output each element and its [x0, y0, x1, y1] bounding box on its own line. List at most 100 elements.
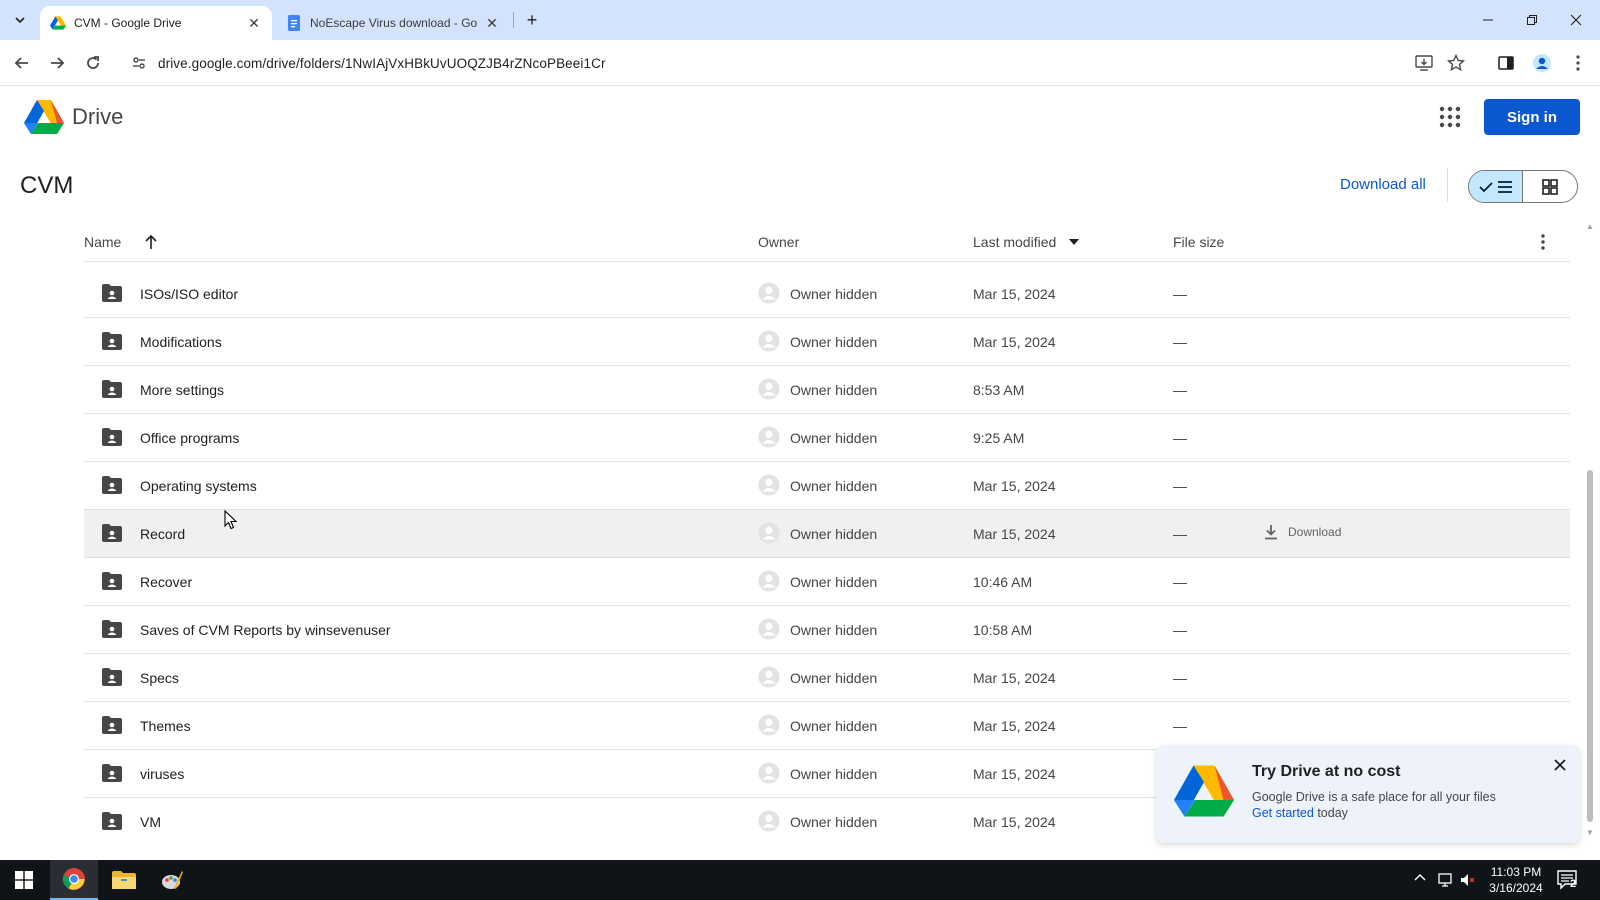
owner-text: Owner hidden: [790, 574, 878, 590]
volume-muted-icon[interactable]: [1460, 872, 1476, 891]
close-tab-icon[interactable]: ✕: [484, 15, 500, 32]
close-promo-icon[interactable]: [1552, 757, 1568, 773]
tab-search-chevron-icon[interactable]: [8, 8, 32, 32]
new-tab-plus-icon[interactable]: +: [520, 8, 544, 32]
vertical-scrollbar[interactable]: ▲ ▼: [1584, 222, 1596, 842]
promo-description: Google Drive is a safe place for all you…: [1252, 790, 1496, 804]
shared-folder-icon: [102, 572, 122, 590]
show-hidden-icons-chevron-icon[interactable]: [1414, 872, 1426, 887]
file-name: Operating systems: [140, 478, 257, 494]
drive-product-name[interactable]: Drive: [72, 104, 123, 130]
last-modified-text: Mar 15, 2024: [973, 766, 1056, 782]
scroll-down-arrow-icon[interactable]: ▼: [1586, 828, 1594, 837]
owner-avatar-icon: [758, 378, 780, 400]
action-center-button[interactable]: 2: [1556, 868, 1580, 892]
try-drive-promo-card: Try Drive at no cost Google Drive is a s…: [1156, 745, 1580, 843]
bookmark-star-icon[interactable]: [1444, 51, 1468, 75]
restore-window-icon[interactable]: [1514, 6, 1550, 34]
get-started-link[interactable]: Get started: [1252, 806, 1314, 820]
table-row[interactable]: Modifications Owner hidden Mar 15, 2024 …: [84, 318, 1570, 366]
tab-noescape-virus[interactable]: NoEscape Virus download - Go ✕: [276, 6, 510, 40]
table-row[interactable]: ISOs/ISO editor Owner hidden Mar 15, 202…: [84, 270, 1570, 318]
site-info-tune-icon[interactable]: [124, 48, 154, 78]
profile-avatar-icon[interactable]: [1530, 51, 1554, 75]
file-size-text: —: [1173, 574, 1187, 590]
last-modified-text: Mar 15, 2024: [973, 334, 1056, 350]
owner-text: Owner hidden: [790, 382, 878, 398]
minimize-window-icon[interactable]: [1470, 6, 1506, 34]
download-label: Download: [1288, 525, 1342, 539]
row-download-button[interactable]: Download: [1264, 524, 1341, 540]
toolbar-divider: [1447, 168, 1448, 202]
start-button[interactable]: [0, 860, 48, 900]
owner-avatar-icon: [758, 282, 780, 304]
column-header-file-size: File size: [1173, 234, 1225, 250]
url-text: drive.google.com/drive/folders/1NwIAjVxH…: [158, 55, 606, 71]
tab-title: CVM - Google Drive: [74, 16, 182, 30]
list-view-button[interactable]: [1469, 171, 1524, 202]
google-drive-logo-icon[interactable]: [24, 99, 64, 135]
close-window-icon[interactable]: [1558, 6, 1594, 34]
back-arrow-icon[interactable]: [10, 51, 34, 75]
owner-avatar-icon: [758, 522, 780, 544]
download-icon: [1265, 525, 1277, 540]
taskbar-chrome[interactable]: [50, 860, 98, 900]
table-row[interactable]: Record Owner hidden Mar 15, 2024 — Downl…: [84, 510, 1570, 558]
sign-in-button[interactable]: Sign in: [1484, 99, 1580, 135]
file-name: More settings: [140, 382, 225, 398]
grid-view-button[interactable]: [1523, 171, 1577, 202]
table-row[interactable]: Recover Owner hidden 10:46 AM —: [84, 558, 1570, 606]
table-row[interactable]: Office programs Owner hidden 9:25 AM —: [84, 414, 1570, 462]
side-panel-icon[interactable]: [1494, 51, 1518, 75]
google-drive-logo-icon: [1174, 765, 1234, 817]
file-explorer-icon: [112, 871, 136, 889]
scrollbar-thumb[interactable]: [1587, 470, 1593, 822]
table-row[interactable]: Themes Owner hidden Mar 15, 2024 —: [84, 702, 1570, 750]
close-tab-icon[interactable]: ✕: [246, 15, 262, 32]
file-size-text: —: [1173, 334, 1187, 350]
google-apps-grid-icon[interactable]: [1438, 105, 1462, 129]
owner-avatar-icon: [758, 330, 780, 352]
last-modified-text: 8:53 AM: [973, 382, 1025, 398]
table-row[interactable]: More settings Owner hidden 8:53 AM —: [84, 366, 1570, 414]
clock-time: 11:03 PM: [1490, 865, 1542, 879]
forward-arrow-icon[interactable]: [45, 51, 69, 75]
last-modified-text: Mar 15, 2024: [973, 526, 1056, 542]
system-clock[interactable]: 11:03 PM 3/16/2024: [1476, 864, 1556, 896]
column-header-last-modified[interactable]: Last modified: [973, 234, 1056, 250]
download-all-button[interactable]: Download all: [1340, 176, 1426, 193]
drive-header: Drive Sign in: [0, 87, 1600, 151]
more-options-kebab-icon[interactable]: [1541, 234, 1545, 250]
shared-folder-icon: [102, 668, 122, 686]
shared-folder-icon: [102, 620, 122, 638]
clock-date: 3/16/2024: [1489, 881, 1543, 895]
owner-text: Owner hidden: [790, 622, 878, 638]
tab-cvm-google-drive[interactable]: CVM - Google Drive ✕: [40, 6, 272, 40]
table-row[interactable]: Saves of CVM Reports by winsevenuser Own…: [84, 606, 1570, 654]
scroll-up-arrow-icon[interactable]: ▲: [1586, 222, 1594, 231]
browser-menu-kebab-icon[interactable]: [1566, 51, 1590, 75]
file-size-text: —: [1173, 670, 1187, 686]
chrome-icon: [62, 868, 85, 890]
tab-separator: [513, 12, 514, 28]
taskbar-file-explorer[interactable]: [100, 860, 148, 900]
taskbar-paint-app[interactable]: [148, 860, 196, 900]
table-row[interactable]: Operating systems Owner hidden Mar 15, 2…: [84, 462, 1570, 510]
network-icon[interactable]: [1438, 872, 1454, 891]
file-name: Specs: [140, 670, 179, 686]
file-size-text: —: [1173, 478, 1187, 494]
owner-text: Owner hidden: [790, 526, 878, 542]
sort-dropdown-caret-icon[interactable]: [1069, 239, 1079, 245]
mouse-pointer-icon: [224, 510, 238, 530]
sort-ascending-arrow-icon[interactable]: [144, 234, 158, 250]
file-size-text: —: [1173, 286, 1187, 302]
table-row[interactable]: Specs Owner hidden Mar 15, 2024 —: [84, 654, 1570, 702]
last-modified-text: Mar 15, 2024: [973, 478, 1056, 494]
reload-icon[interactable]: [81, 51, 105, 75]
shared-folder-icon: [102, 476, 122, 494]
column-header-name[interactable]: Name: [84, 234, 121, 250]
address-bar[interactable]: drive.google.com/drive/folders/1NwIAjVxH…: [120, 47, 1460, 79]
browser-tab-strip: CVM - Google Drive ✕ NoEscape Virus down…: [0, 0, 1600, 40]
install-app-icon[interactable]: [1412, 51, 1436, 75]
shared-folder-icon: [102, 524, 122, 542]
